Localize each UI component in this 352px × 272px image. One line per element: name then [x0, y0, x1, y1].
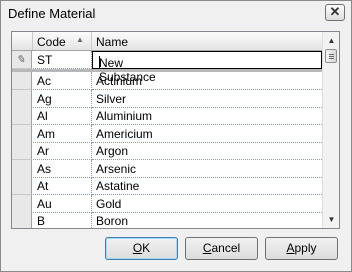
scroll-thumb[interactable] — [325, 49, 337, 63]
table-row[interactable]: Au Gold — [12, 194, 322, 213]
code-cell[interactable]: ST — [33, 51, 92, 69]
thumb-grip-line — [329, 56, 334, 57]
code-cell[interactable]: Ag — [33, 89, 92, 108]
define-material-dialog: Define Material ✕ Code ▲ Name ✎ ST New S… — [0, 0, 352, 272]
name-value: Actinium — [96, 74, 143, 88]
row-selector[interactable] — [12, 89, 32, 108]
column-header-name-label: Name — [96, 35, 129, 49]
ok-button[interactable]: OK — [105, 237, 178, 260]
name-value: Astatine — [96, 179, 140, 193]
ok-label-rest: K — [142, 241, 151, 255]
apply-button[interactable]: Apply — [265, 237, 338, 260]
table-row[interactable]: At Astatine — [12, 177, 322, 195]
column-header-code-label: Code — [37, 35, 66, 49]
name-cell[interactable]: Actinium — [92, 72, 322, 90]
row-selector[interactable] — [12, 124, 32, 143]
table-row[interactable]: Ac Actinium — [12, 72, 322, 90]
table-row[interactable]: Am Americium — [12, 124, 322, 143]
row-selector[interactable] — [12, 177, 32, 195]
row-selector[interactable] — [12, 142, 32, 160]
name-value: Silver — [96, 91, 127, 106]
thumb-grip-line — [329, 58, 334, 59]
table-row[interactable]: Ar Argon — [12, 142, 322, 160]
vertical-scrollbar[interactable]: ▲ ▼ — [322, 32, 339, 228]
material-grid[interactable]: Code ▲ Name ✎ ST New Substance Ac Actiniu… — [11, 31, 340, 229]
name-cell[interactable]: Silver — [92, 90, 322, 108]
code-cell[interactable]: As — [33, 159, 92, 178]
scroll-up-icon[interactable]: ▲ — [323, 32, 339, 49]
code-cell[interactable]: At — [33, 177, 92, 195]
code-value: Am — [37, 126, 55, 141]
code-cell[interactable]: Am — [33, 124, 92, 143]
code-value: Ac — [37, 74, 52, 88]
apply-mnemonic: A — [286, 241, 295, 255]
table-row[interactable]: Al Aluminium — [12, 107, 322, 125]
table-row[interactable]: As Arsenic — [12, 159, 322, 178]
code-value: Al — [37, 109, 48, 123]
code-value: ST — [37, 53, 53, 67]
name-cell[interactable]: Boron — [92, 212, 322, 228]
name-value: Aluminium — [96, 109, 153, 123]
code-cell[interactable]: Au — [33, 194, 92, 213]
row-selector[interactable]: ✎ — [12, 51, 32, 69]
code-value: Au — [37, 196, 52, 211]
code-value: As — [37, 161, 52, 176]
name-value: Arsenic — [96, 161, 137, 176]
pencil-icon: ✎ — [16, 54, 26, 66]
sort-ascending-icon: ▲ — [76, 35, 84, 44]
code-cell[interactable]: Al — [33, 107, 92, 125]
name-input[interactable]: New Substance — [92, 51, 322, 84]
column-header-code[interactable]: Code ▲ — [33, 32, 92, 50]
name-cell[interactable]: New Substance — [92, 51, 322, 84]
name-cell[interactable]: Argon — [92, 142, 322, 160]
text-caret — [99, 56, 100, 68]
code-value: Ag — [37, 91, 52, 106]
close-button[interactable]: ✕ — [325, 4, 345, 21]
table-row[interactable]: B Boron — [12, 212, 322, 228]
apply-label-rest: pply — [294, 241, 317, 255]
code-cell[interactable]: Ar — [33, 142, 92, 160]
name-value: Argon — [96, 144, 129, 158]
code-value: Ar — [37, 144, 49, 158]
row-selector[interactable] — [12, 212, 32, 228]
dialog-title: Define Material — [8, 6, 96, 21]
name-cell[interactable]: Gold — [92, 195, 322, 213]
name-cell[interactable]: Astatine — [92, 177, 322, 195]
cancel-label-rest: ancel — [211, 241, 241, 255]
code-cell[interactable]: Ac — [33, 72, 92, 90]
ok-mnemonic: O — [132, 241, 143, 255]
row-selector[interactable] — [12, 107, 32, 125]
row-selector[interactable] — [12, 194, 32, 213]
row-selector[interactable] — [12, 159, 32, 178]
column-header-name[interactable]: Name — [92, 32, 322, 50]
code-value: B — [37, 214, 46, 228]
scroll-down-icon[interactable]: ▼ — [323, 211, 339, 228]
title-bar[interactable]: Define Material ✕ — [1, 1, 351, 27]
name-value: Boron — [96, 214, 129, 228]
name-value: Gold — [96, 196, 122, 211]
code-value: At — [37, 179, 49, 193]
new-row[interactable]: ✎ ST New Substance — [12, 51, 322, 84]
close-icon: ✕ — [329, 4, 341, 19]
table-row[interactable]: Ag Silver — [12, 89, 322, 108]
name-value: Americium — [96, 126, 153, 141]
row-selector-header[interactable] — [12, 32, 33, 50]
name-cell[interactable]: Americium — [92, 125, 322, 143]
grid-header: Code ▲ Name — [12, 32, 322, 51]
name-cell[interactable]: Aluminium — [92, 107, 322, 125]
row-selector[interactable] — [12, 72, 32, 90]
name-cell[interactable]: Arsenic — [92, 160, 322, 178]
cancel-button[interactable]: Cancel — [185, 237, 258, 260]
code-cell[interactable]: B — [33, 212, 92, 228]
thumb-grip-line — [329, 54, 334, 55]
